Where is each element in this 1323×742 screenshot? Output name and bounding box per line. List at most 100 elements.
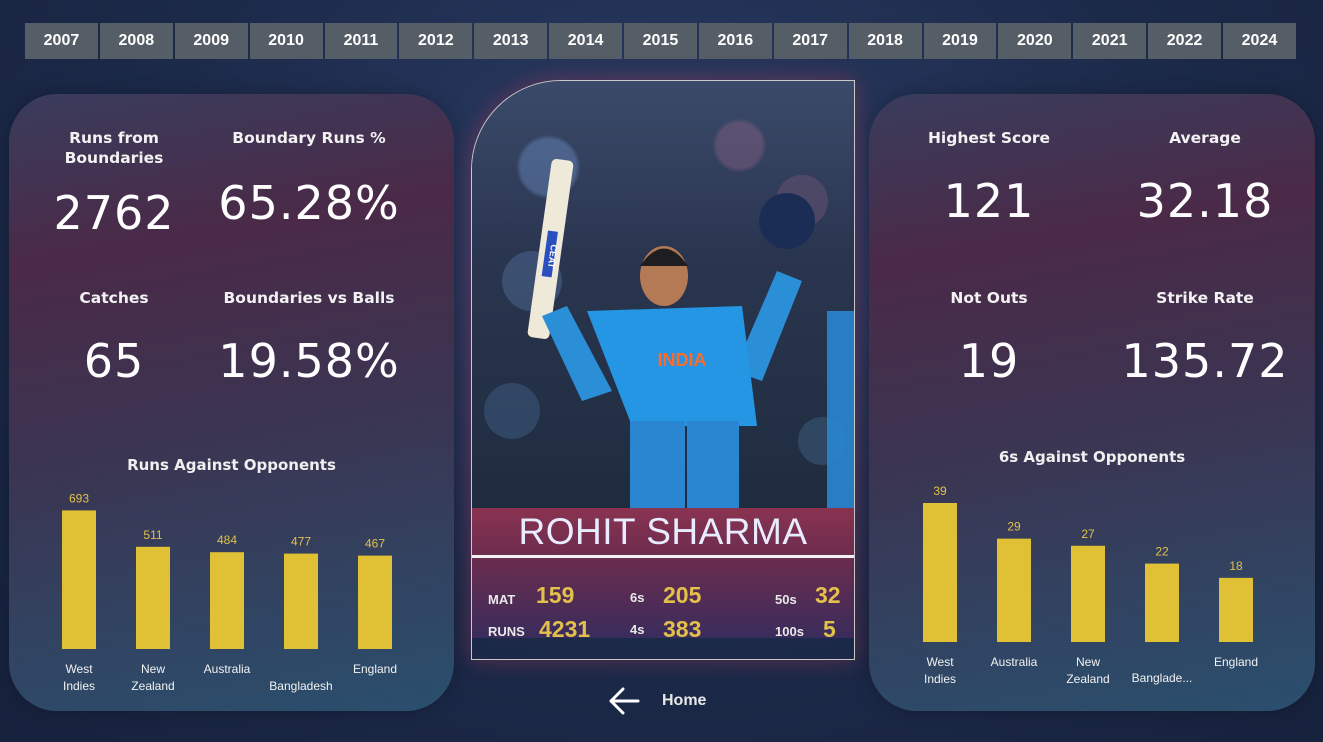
kpi-value: 32.18 [1136, 174, 1274, 228]
kpi-value: 65.28% [218, 176, 400, 230]
kpi-label: Highest Score [927, 129, 1051, 147]
category-label: Indies [63, 679, 95, 693]
player-card: CEAT INDIA ROHIT SHARMA MAT 159 RUNS 423… [471, 80, 855, 660]
year-button-2022[interactable]: 2022 [1148, 23, 1221, 59]
data-label: 18 [1229, 559, 1243, 573]
stat-label-runs: RUNS [488, 624, 525, 639]
stat-label-100s: 100s [775, 624, 804, 639]
year-button-2007[interactable]: 2007 [25, 23, 98, 59]
stat-value-50s: 32 [815, 582, 841, 608]
year-button-2015[interactable]: 2015 [624, 23, 697, 59]
category-label: Australia [204, 662, 251, 676]
category-label: England [1214, 655, 1258, 669]
bar[interactable] [1145, 563, 1179, 642]
left-stats-panel: Runs from Boundaries 2762 Boundary Runs … [9, 94, 454, 711]
data-label: 27 [1081, 527, 1095, 541]
runs-against-opponents-chart: 693 West Indies 511 New Zealand 484 Australia 47… [62, 491, 397, 693]
year-button-2009[interactable]: 2009 [174, 23, 248, 59]
kpi-highest-score: Highest Score [909, 128, 1069, 148]
year-button-2010[interactable]: 2010 [249, 23, 323, 59]
year-button-2017[interactable]: 2017 [773, 23, 847, 59]
kpi-value: 65 [83, 334, 145, 388]
sixes-against-opponents-chart: 39 West Indies 29 Australia 27 New Zealand 22 Ban… [923, 484, 1258, 686]
year-button-2018[interactable]: 2018 [848, 23, 922, 59]
category-label: England [353, 662, 397, 676]
kpi-label: Strike Rate [1156, 289, 1254, 307]
year-button-2020[interactable]: 2020 [998, 23, 1072, 59]
year-button-2021[interactable]: 2021 [1073, 23, 1147, 59]
kpi-value: 19 [958, 334, 1020, 388]
kpi-average: Average [1125, 128, 1285, 148]
stat-label-4s: 4s [630, 622, 645, 637]
stat-value-4s: 383 [663, 616, 702, 642]
kpi-runs-from-boundaries: Runs from Boundaries [49, 128, 179, 168]
stat-value-runs: 4231 [539, 616, 591, 642]
bar[interactable] [210, 552, 244, 649]
stat-label-50s: 50s [775, 592, 797, 607]
chart-title: 6s Against Opponents [998, 448, 1186, 466]
category-label: New [1076, 655, 1100, 669]
data-label: 477 [291, 535, 311, 549]
bar[interactable] [62, 510, 96, 649]
category-label: Bangladesh [269, 679, 332, 693]
kpi-catches: Catches [49, 288, 179, 308]
home-label[interactable]: Home [662, 692, 706, 710]
kpi-value: 121 [943, 174, 1035, 228]
bar[interactable] [136, 546, 170, 649]
year-button-2011[interactable]: 2011 [324, 23, 398, 59]
arrow-left-icon[interactable] [608, 686, 640, 716]
category-label: Zealand [1066, 672, 1109, 686]
home-button[interactable]: Home [608, 686, 706, 716]
jersey-text: INDIA [658, 350, 707, 370]
kpi-label: Runs from Boundaries [64, 129, 164, 167]
data-label: 39 [933, 484, 947, 498]
data-label: 467 [365, 537, 385, 551]
stat-value-6s: 205 [663, 582, 702, 608]
bar[interactable] [923, 503, 957, 642]
kpi-strike-rate: Strike Rate [1125, 288, 1285, 308]
data-label: 22 [1155, 545, 1169, 559]
kpi-not-outs: Not Outs [909, 288, 1069, 308]
year-button-2019[interactable]: 2019 [923, 23, 997, 59]
stat-value-mat: 159 [536, 582, 575, 608]
year-filter-bar: 2007 2008 2009 2010 2011 2012 2013 2014 2015 2016… [25, 23, 1296, 59]
kpi-label: Not Outs [950, 289, 1028, 307]
kpi-label: Average [1169, 129, 1241, 147]
category-label: Zealand [131, 679, 174, 693]
data-label: 511 [143, 528, 162, 542]
kpi-value: 135.72 [1121, 334, 1289, 388]
bar[interactable] [284, 553, 318, 649]
kpi-label: Boundaries vs Balls [223, 289, 395, 307]
data-label: 484 [217, 533, 237, 547]
bar[interactable] [997, 538, 1031, 642]
player-name: ROHIT SHARMA [518, 511, 808, 552]
player-illustration: CEAT INDIA [484, 158, 854, 511]
kpi-value: 19.58% [218, 334, 400, 388]
bar[interactable] [1071, 545, 1105, 642]
year-button-2024[interactable]: 2024 [1223, 23, 1296, 59]
category-label: West [65, 662, 93, 676]
player-photo: CEAT INDIA [472, 81, 854, 511]
category-label: Indies [924, 672, 956, 686]
data-label: 29 [1007, 520, 1021, 534]
category-label: New [141, 662, 165, 676]
bar[interactable] [358, 555, 392, 649]
kpi-boundaries-vs-balls: Boundaries vs Balls [219, 288, 399, 308]
kpi-value: 2762 [53, 186, 175, 240]
stat-label-mat: MAT [488, 592, 516, 607]
year-button-2016[interactable]: 2016 [698, 23, 772, 59]
kpi-label: Catches [79, 289, 149, 307]
year-button-2008[interactable]: 2008 [99, 23, 173, 59]
category-label: Australia [991, 655, 1038, 669]
category-label: West [926, 655, 954, 669]
year-button-2012[interactable]: 2012 [399, 23, 473, 59]
kpi-boundary-runs-pct: Boundary Runs % [219, 128, 399, 148]
divider [472, 555, 854, 558]
year-button-2014[interactable]: 2014 [549, 23, 622, 59]
data-label: 693 [69, 491, 89, 505]
bar[interactable] [1219, 577, 1253, 642]
year-button-2013[interactable]: 2013 [474, 23, 548, 59]
chart-title: Runs Against Opponents [127, 456, 336, 474]
right-stats-panel: Highest Score 121 Average 32.18 Not Outs… [869, 94, 1315, 711]
kpi-label: Boundary Runs % [232, 129, 386, 147]
